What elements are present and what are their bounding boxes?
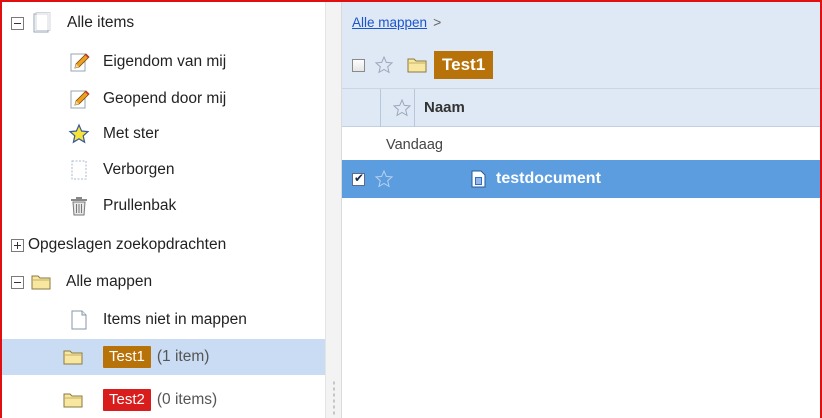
collapse-icon[interactable] <box>11 275 24 289</box>
sidebar-item-hidden[interactable]: Verborgen <box>2 152 325 188</box>
document-stack-icon <box>31 12 53 34</box>
breadcrumb-link-all-folders[interactable]: Alle mappen <box>352 15 427 30</box>
star-outline-icon[interactable] <box>374 169 394 189</box>
main-pane: Alle mappen > Test1 Naam Vandaag ✔ testd… <box>342 2 820 418</box>
sidebar-item-folder-test2[interactable]: Test2 (0 items) <box>2 382 325 418</box>
select-all-checkbox[interactable] <box>352 58 365 72</box>
document-icon <box>468 168 490 190</box>
folder-item-count: (1 item) <box>156 348 210 365</box>
pencil-icon <box>68 88 90 110</box>
column-header: Naam <box>342 88 820 127</box>
folder-icon <box>62 389 84 411</box>
sidebar-item-folder-test1[interactable]: Test1 (1 item) <box>2 339 325 375</box>
sidebar-item-label: Alle items <box>67 14 135 31</box>
splitter-grip-icon[interactable] <box>333 380 335 416</box>
sidebar-item-label: Geopend door mij <box>103 90 227 107</box>
hidden-document-icon <box>68 159 90 181</box>
sidebar-item-trash[interactable]: Prullenbak <box>2 188 325 224</box>
sidebar-item-label: Verborgen <box>103 161 175 178</box>
sidebar-item-label: Met ster <box>103 125 159 142</box>
star-outline-icon[interactable] <box>392 98 412 118</box>
column-divider[interactable] <box>380 89 381 127</box>
folder-header: Alle mappen > Test1 Naam <box>342 2 820 127</box>
page-title: Test1 <box>434 51 494 79</box>
sidebar-item-label: Alle mappen <box>66 273 153 290</box>
folder-icon <box>406 54 428 76</box>
expand-icon[interactable] <box>11 238 24 252</box>
star-outline-icon[interactable] <box>374 55 394 75</box>
sidebar-item-opened-by-me[interactable]: Geopend door mij <box>2 81 325 117</box>
row-checkbox[interactable] <box>352 171 365 186</box>
sidebar-item-label: Items niet in mappen <box>103 311 247 328</box>
chevron-right-icon: > <box>433 14 442 30</box>
group-label-today: Vandaag <box>386 137 443 153</box>
column-header-name[interactable]: Naam <box>424 99 465 116</box>
sidebar-item-label: Eigendom van mij <box>103 53 227 70</box>
folder-icon <box>62 346 84 368</box>
sidebar-item-starred[interactable]: Met ster <box>2 116 325 152</box>
document-name[interactable]: testdocument <box>496 170 601 188</box>
sidebar-item-all-folders[interactable]: Alle mappen <box>2 264 325 300</box>
column-divider[interactable] <box>414 89 415 127</box>
star-icon <box>68 123 90 145</box>
sidebar: Alle items Eigendom van mij Geopend door… <box>2 2 325 418</box>
folder-title-row: Test1 <box>352 50 494 80</box>
breadcrumb: Alle mappen > <box>352 14 441 30</box>
sidebar-item-all-items[interactable]: Alle items <box>2 5 325 41</box>
app-frame: Alle items Eigendom van mij Geopend door… <box>0 0 822 418</box>
folder-label-tag: Test1 <box>103 346 151 368</box>
folder-item-count: (0 items) <box>156 391 218 408</box>
trash-icon <box>68 195 90 217</box>
sidebar-item-owned-by-me[interactable]: Eigendom van mij <box>2 44 325 80</box>
sidebar-item-label: Prullenbak <box>103 197 177 214</box>
sidebar-item-not-in-folders[interactable]: Items niet in mappen <box>2 302 325 338</box>
collapse-icon[interactable] <box>11 16 24 30</box>
sidebar-item-label: Opgeslagen zoekopdrachten <box>28 236 227 253</box>
document-icon <box>68 309 90 331</box>
pencil-icon <box>68 51 90 73</box>
folder-icon <box>30 271 52 293</box>
pane-splitter[interactable] <box>325 2 342 418</box>
folder-label-tag: Test2 <box>103 389 151 411</box>
sidebar-item-saved-searches[interactable]: Opgeslagen zoekopdrachten <box>2 227 325 263</box>
table-row[interactable]: testdocument <box>342 160 820 198</box>
